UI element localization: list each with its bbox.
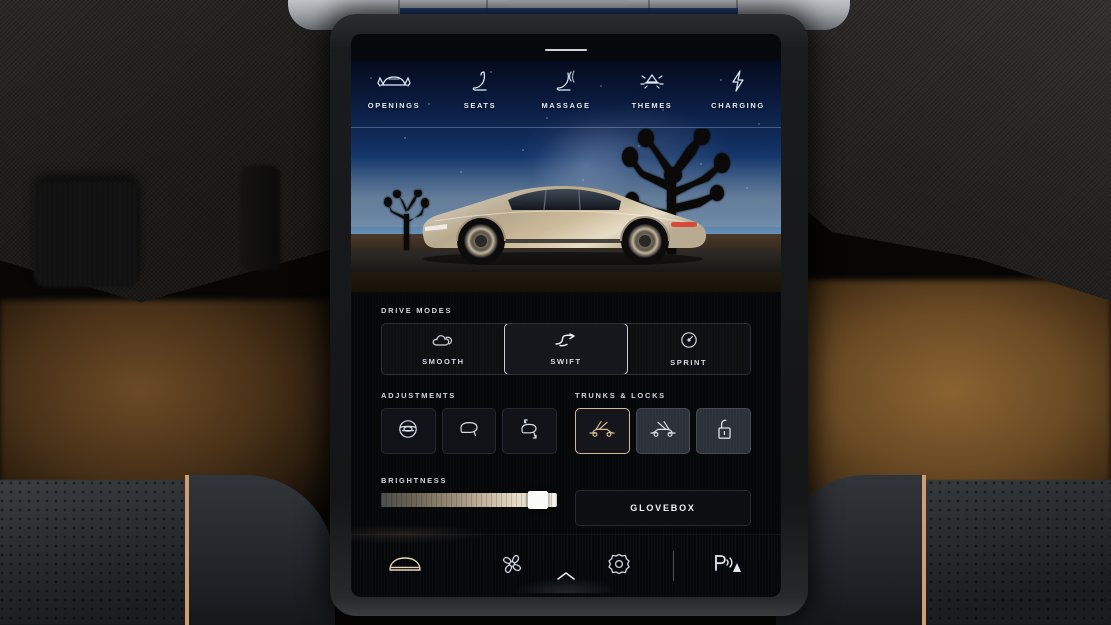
trunks-locks-section: TRUNKS & LOCKS <box>575 391 752 454</box>
frunk-open-icon <box>587 419 617 444</box>
center-air-vent <box>508 0 628 2</box>
brightness-knob[interactable] <box>527 491 548 509</box>
steering-wheel-icon <box>397 418 419 445</box>
trunk-open-icon <box>648 419 678 444</box>
center-touchscreen[interactable]: OPENINGS SEATS MASSAGE THEMES CHARGING D… <box>351 34 781 597</box>
lucid-air-vehicle-render <box>413 169 713 270</box>
parking-sensor-icon <box>710 551 744 582</box>
drive-mode-swift[interactable]: SWIFT <box>503 324 629 374</box>
tab-label: CHARGING <box>711 101 765 110</box>
tab-label: OPENINGS <box>367 101 421 110</box>
controls-panel: DRIVE MODES SMOOTH SWIFT SPRINT ADJUSTME… <box>351 292 781 560</box>
brake-pedal <box>34 182 139 287</box>
top-tab-bar[interactable]: OPENINGS SEATS MASSAGE THEMES CHARGING <box>351 60 781 128</box>
drive-mode-label: SMOOTH <box>422 357 465 366</box>
drive-modes-label: DRIVE MODES <box>381 306 453 315</box>
adjust-steering-wheel-button[interactable] <box>381 408 436 454</box>
massage-waves-icon <box>526 68 606 94</box>
accelerator-pedal <box>240 165 280 270</box>
drive-mode-sprint[interactable]: SPRINT <box>627 324 750 374</box>
adjustments-label: ADJUSTMENTS <box>381 391 456 400</box>
tab-label: MASSAGE <box>541 101 591 110</box>
lamp-light-icon <box>612 68 692 94</box>
brightness-section: BRIGHTNESS <box>381 476 557 509</box>
glovebox-button[interactable]: GLOVEBOX <box>575 490 751 526</box>
drag-handle-bar[interactable] <box>545 49 587 51</box>
dock-parking-sensors-button[interactable] <box>674 551 781 582</box>
mirror-fold-icon <box>516 417 544 446</box>
chevron-up-icon <box>555 569 577 587</box>
brightness-label: BRIGHTNESS <box>381 476 448 485</box>
drive-modes-row[interactable]: SMOOTH SWIFT SPRINT <box>381 323 751 375</box>
side-mirror-icon <box>456 419 482 444</box>
seat-icon <box>440 68 520 94</box>
winding-road-icon <box>553 332 579 353</box>
drive-mode-label: SPRINT <box>670 358 708 367</box>
drive-mode-label: SWIFT <box>550 357 582 366</box>
tab-massage[interactable]: MASSAGE <box>526 68 606 110</box>
tab-label: SEATS <box>463 101 497 110</box>
dock-expand-handle[interactable] <box>491 567 641 593</box>
drive-modes-section: DRIVE MODES SMOOTH SWIFT SPRINT <box>381 292 751 375</box>
frunk-open-button[interactable] <box>575 408 630 454</box>
car-front-icon <box>387 553 423 580</box>
lightning-bolt-icon <box>698 68 778 94</box>
tab-label: THEMES <box>631 101 673 110</box>
hero-vehicle-scene: OPENINGS SEATS MASSAGE THEMES CHARGING <box>351 60 781 292</box>
adjust-mirror-fold-button[interactable] <box>502 408 558 454</box>
cloud-icon <box>431 332 455 353</box>
tab-seats[interactable]: SEATS <box>440 68 520 110</box>
bottom-dock[interactable] <box>351 521 781 597</box>
dock-car-button[interactable] <box>351 553 458 580</box>
screen-top-strip <box>351 34 781 60</box>
drive-mode-smooth[interactable]: SMOOTH <box>382 324 505 374</box>
adjust-side-mirror-button[interactable] <box>441 408 497 454</box>
car-doors-open-icon <box>354 68 434 94</box>
tab-charging[interactable]: CHARGING <box>698 68 778 110</box>
adjustments-section: ADJUSTMENTS <box>381 391 558 454</box>
brightness-slider[interactable] <box>381 491 557 509</box>
unlock-padlock-icon <box>715 417 733 446</box>
tab-themes[interactable]: THEMES <box>612 68 692 110</box>
glovebox-label: GLOVEBOX <box>630 503 696 513</box>
trunks-locks-label: TRUNKS & LOCKS <box>575 391 666 400</box>
unlock-button[interactable] <box>696 408 752 454</box>
trunk-open-button[interactable] <box>635 408 691 454</box>
gauge-icon <box>680 331 698 354</box>
tab-openings[interactable]: OPENINGS <box>354 68 434 110</box>
